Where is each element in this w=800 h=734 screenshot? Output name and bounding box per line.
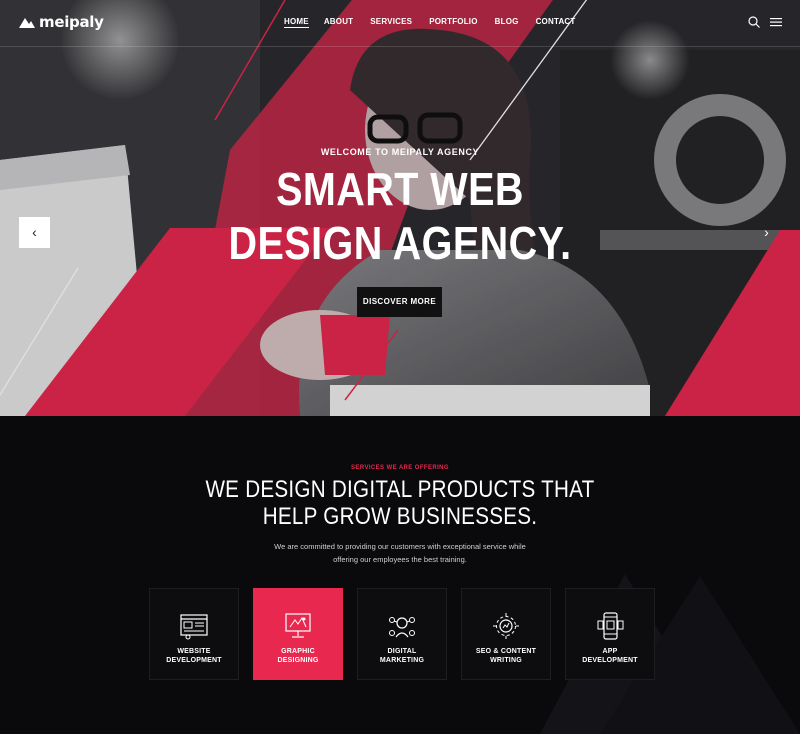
chevron-right-icon: › — [764, 224, 769, 240]
service-card-label: SEO & CONTENT WRITING — [476, 647, 536, 665]
service-card-graphic-designing[interactable]: GRAPHIC DESIGNING — [253, 588, 343, 680]
nav-item-services[interactable]: SERVICES — [370, 17, 412, 28]
chevron-left-icon: ‹ — [32, 224, 37, 240]
slider-prev-button[interactable]: ‹ — [19, 217, 50, 248]
brand-name: meipaly — [39, 13, 104, 31]
services-section: SERVICES WE ARE OFFERING WE DESIGN DIGIT… — [0, 416, 800, 734]
nav-item-home[interactable]: HOME — [284, 17, 309, 28]
discover-more-button[interactable]: DISCOVER MORE — [357, 287, 442, 317]
service-card-label-line-1: APP — [602, 648, 618, 655]
top-navigation-bar: meipaly HOME ABOUT SERVICES PORTFOLIO BL… — [0, 0, 800, 47]
service-card-label: DIGITAL MARKETING — [380, 647, 424, 665]
network-people-icon — [389, 617, 415, 638]
hero-subtitle: WELCOME TO MEIPALY AGENCY — [320, 147, 480, 157]
nav-item-contact[interactable]: CONTACT — [536, 17, 576, 28]
service-card-website-development[interactable]: WEBSITE DEVELOPMENT — [149, 588, 239, 680]
slider-next-button[interactable]: › — [751, 217, 782, 248]
hamburger-menu-icon[interactable] — [770, 17, 782, 27]
service-card-label-line-1: WEBSITE — [177, 648, 211, 655]
service-card-label-line-2: DEVELOPMENT — [166, 657, 222, 664]
section-kicker: SERVICES WE ARE OFFERING — [351, 465, 449, 471]
hero-title-line-1: SMART WEB — [276, 163, 524, 215]
brand-logo[interactable]: meipaly — [19, 13, 104, 31]
service-card-label-line-1: SEO & CONTENT — [475, 648, 537, 655]
hero-title-line-2: DESIGN AGENCY. — [228, 217, 572, 269]
background-triangles — [540, 574, 800, 734]
header-actions — [748, 16, 782, 28]
section-title-line-2: HELP GROW BUSINESSES. — [262, 503, 538, 530]
service-card-app-development[interactable]: APP DEVELOPMENT — [565, 588, 655, 680]
service-card-label-line-1: DIGITAL — [387, 648, 417, 655]
service-card-label-line-2: DESIGNING — [277, 657, 319, 664]
web-layout-icon — [180, 614, 208, 640]
search-icon[interactable] — [748, 16, 760, 28]
mobile-app-icon — [597, 612, 624, 640]
section-title: WE DESIGN DIGITAL PRODUCTS THAT HELP GRO… — [56, 476, 744, 530]
monitor-design-icon — [285, 613, 311, 638]
service-card-label: APP DEVELOPMENT — [582, 647, 637, 665]
section-description: We are committed to providing our custom… — [0, 540, 800, 566]
hero-slider: meipaly HOME ABOUT SERVICES PORTFOLIO BL… — [0, 0, 800, 416]
logo-mountain-icon — [19, 18, 35, 28]
main-menu: HOME ABOUT SERVICES PORTFOLIO BLOG CONTA… — [284, 17, 576, 28]
section-description-line-2: offering our employees the best training… — [333, 555, 467, 564]
nav-item-about[interactable]: ABOUT — [324, 17, 353, 28]
hero-title: SMART WEB DESIGN AGENCY. — [56, 162, 744, 270]
section-title-line-1: WE DESIGN DIGITAL PRODUCTS THAT — [205, 476, 595, 503]
service-card-label-line-2: DEVELOPMENT — [582, 657, 638, 664]
service-card-label-line-2: WRITING — [490, 657, 522, 664]
service-card-label: GRAPHIC DESIGNING — [277, 647, 318, 665]
service-card-label-line-1: GRAPHIC — [281, 648, 315, 655]
service-card-digital-marketing[interactable]: DIGITAL MARKETING — [357, 588, 447, 680]
service-card-seo-content-writing[interactable]: SEO & CONTENT WRITING — [461, 588, 551, 680]
section-description-line-1: We are committed to providing our custom… — [274, 542, 526, 551]
service-card-label: WEBSITE DEVELOPMENT — [166, 647, 221, 665]
service-card-label-line-2: MARKETING — [379, 657, 425, 664]
nav-item-blog[interactable]: BLOG — [495, 17, 519, 28]
nav-item-portfolio[interactable]: PORTFOLIO — [429, 17, 477, 28]
gear-analytics-icon — [493, 613, 519, 639]
service-cards: WEBSITE DEVELOPMENT GRAPHIC DESIGNING DI… — [149, 588, 655, 680]
